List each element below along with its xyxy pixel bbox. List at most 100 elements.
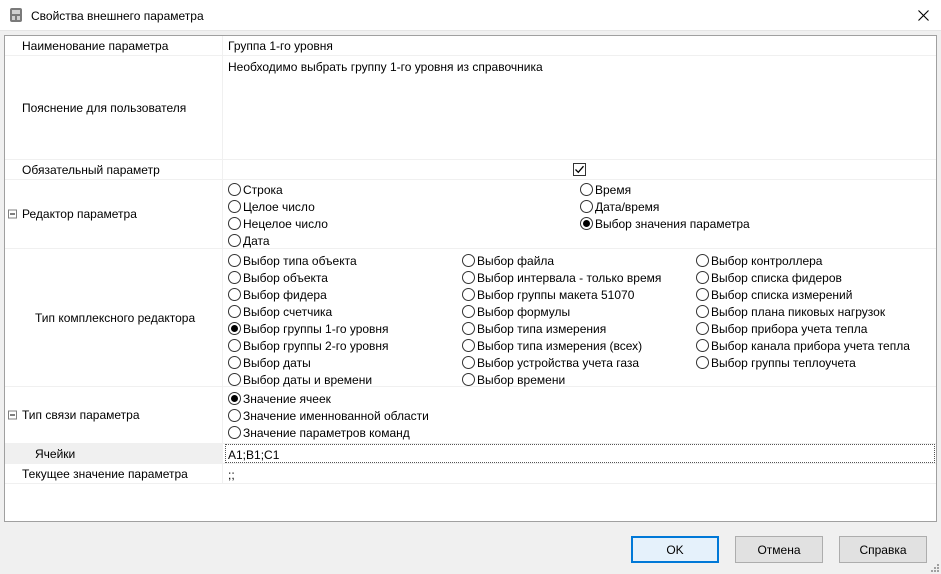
row-required: Обязательный параметр: [5, 160, 936, 180]
radio-label: Выбор группы 1-го уровня: [243, 321, 389, 336]
help-button[interactable]: Справка: [839, 536, 927, 563]
complex-label: Тип комплексного редактора: [35, 310, 196, 325]
radio-icon: [462, 356, 475, 369]
radio-option[interactable]: Нецелое число: [228, 215, 328, 232]
ok-button-label: OK: [666, 542, 684, 557]
radio-label: Выбор контроллера: [711, 253, 823, 268]
required-label: Обязательный параметр: [22, 162, 160, 177]
radio-selected-icon: [228, 392, 241, 405]
name-value-cell[interactable]: Группа 1-го уровня: [225, 36, 936, 55]
radio-label: Выбор канала прибора учета тепла: [711, 338, 910, 353]
radio-option[interactable]: Значение именнованной области: [228, 407, 429, 424]
close-button[interactable]: [905, 2, 941, 29]
row-name: Наименование параметра Группа 1-го уровн…: [5, 36, 936, 56]
collapse-icon[interactable]: [8, 410, 17, 420]
radio-option[interactable]: Дата/время: [580, 198, 659, 215]
resize-grip-icon[interactable]: [929, 562, 939, 572]
radio-label: Время: [595, 182, 632, 197]
help-button-label: Справка: [859, 542, 907, 557]
radio-option[interactable]: Выбор времени: [462, 371, 565, 388]
radio-label: Выбор плана пиковых нагрузок: [711, 304, 886, 319]
radio-label: Выбор группы 2-го уровня: [243, 338, 389, 353]
radio-option[interactable]: Выбор объекта: [228, 269, 328, 286]
app-icon: [10, 8, 22, 22]
radio-icon: [696, 254, 709, 267]
radio-selected-icon: [228, 322, 241, 335]
radio-icon: [696, 356, 709, 369]
editor-options: Строка Целое число Нецелое число Дата Время Д…: [225, 180, 936, 248]
radio-option[interactable]: Значение параметров команд: [228, 424, 410, 441]
check-icon: [575, 165, 584, 174]
radio-icon: [228, 373, 241, 386]
radio-icon: [696, 339, 709, 352]
radio-option[interactable]: Выбор типа измерения (всех): [462, 337, 642, 354]
radio-option[interactable]: Выбор группы макета 51070: [462, 286, 634, 303]
radio-option[interactable]: Выбор интервала - только время: [462, 269, 661, 286]
radio-icon: [462, 305, 475, 318]
radio-option[interactable]: Выбор группы теплоучета: [696, 354, 856, 371]
radio-icon: [462, 254, 475, 267]
radio-option[interactable]: Выбор типа объекта: [228, 252, 357, 269]
radio-icon: [228, 183, 241, 196]
radio-option[interactable]: Выбор плана пиковых нагрузок: [696, 303, 885, 320]
radio-label: Выбор времени: [477, 372, 566, 387]
radio-icon: [580, 183, 593, 196]
collapse-icon[interactable]: [8, 209, 17, 219]
radio-option[interactable]: Выбор канала прибора учета тепла: [696, 337, 910, 354]
radio-icon: [696, 288, 709, 301]
cancel-button[interactable]: Отмена: [735, 536, 823, 563]
radio-option[interactable]: Выбор счетчика: [228, 303, 332, 320]
radio-label: Выбор типа объекта: [243, 253, 357, 268]
radio-option[interactable]: Выбор списка фидеров: [696, 269, 842, 286]
radio-option[interactable]: Выбор типа измерения: [462, 320, 606, 337]
radio-option[interactable]: Выбор группы 2-го уровня: [228, 337, 389, 354]
row-editor: Редактор параметра Строка Целое число Неце…: [5, 180, 936, 249]
radio-icon: [462, 322, 475, 335]
radio-label: Выбор списка фидеров: [711, 270, 842, 285]
radio-label: Дата: [243, 233, 270, 248]
radio-icon: [696, 271, 709, 284]
radio-option[interactable]: Выбор группы 1-го уровня: [228, 320, 389, 337]
radio-label: Выбор счетчика: [243, 304, 333, 319]
window-title: Свойства внешнего параметра: [31, 9, 204, 23]
cells-input[interactable]: A1;B1;C1: [225, 444, 935, 463]
radio-option[interactable]: Выбор значения параметра: [580, 215, 750, 232]
required-checkbox[interactable]: [573, 163, 586, 176]
radio-option[interactable]: Выбор формулы: [462, 303, 570, 320]
cells-label: Ячейки: [35, 446, 76, 461]
radio-label: Выбор интервала - только время: [477, 270, 662, 285]
radio-option[interactable]: Выбор даты: [228, 354, 311, 371]
radio-icon: [580, 200, 593, 213]
close-icon: [917, 10, 929, 21]
current-value-cell[interactable]: ;;: [225, 464, 936, 483]
radio-label: Выбор объекта: [243, 270, 328, 285]
radio-option[interactable]: Выбор файла: [462, 252, 554, 269]
radio-option[interactable]: Выбор списка измерений: [696, 286, 852, 303]
radio-label: Выбор типа измерения (всех): [477, 338, 643, 353]
radio-icon: [462, 373, 475, 386]
radio-icon: [228, 217, 241, 230]
radio-option[interactable]: Выбор устройства учета газа: [462, 354, 639, 371]
radio-label: Выбор типа измерения: [477, 321, 607, 336]
radio-label: Выбор прибора учета тепла: [711, 321, 868, 336]
radio-label: Выбор группы теплоучета: [711, 355, 856, 370]
radio-option[interactable]: Целое число: [228, 198, 315, 215]
row-link: Тип связи параметра Значение ячеек Значен…: [5, 387, 936, 444]
radio-label: Выбор формулы: [477, 304, 571, 319]
ok-button[interactable]: OK: [631, 536, 719, 563]
radio-label: Строка: [243, 182, 283, 197]
radio-option[interactable]: Время: [580, 181, 631, 198]
radio-label: Выбор группы макета 51070: [477, 287, 635, 302]
link-options: Значение ячеек Значение именнованной обла…: [225, 387, 936, 443]
radio-option[interactable]: Дата: [228, 232, 270, 249]
hint-value: Необходимо выбрать группу 1-го уровня из…: [228, 60, 543, 74]
row-current: Текущее значение параметра ;;: [5, 464, 936, 484]
radio-option[interactable]: Строка: [228, 181, 283, 198]
radio-label: Выбор списка измерений: [711, 287, 853, 302]
radio-option[interactable]: Выбор прибора учета тепла: [696, 320, 867, 337]
radio-option[interactable]: Значение ячеек: [228, 390, 331, 407]
radio-option[interactable]: Выбор фидера: [228, 286, 327, 303]
radio-option[interactable]: Выбор контроллера: [696, 252, 822, 269]
hint-value-cell[interactable]: Необходимо выбрать группу 1-го уровня из…: [225, 56, 936, 159]
radio-option[interactable]: Выбор даты и времени: [228, 371, 372, 388]
